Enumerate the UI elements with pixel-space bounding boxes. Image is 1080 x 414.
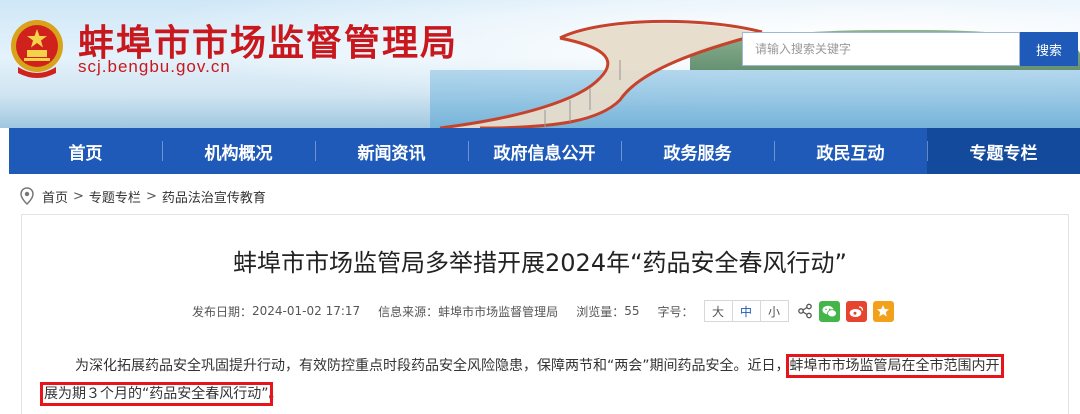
share-icon[interactable] <box>797 303 813 319</box>
wechat-icon <box>822 305 837 317</box>
header-banner: 蚌埠市市场监督管理局 scj.bengbu.gov.cn 搜索 <box>0 0 1080 128</box>
nav-item-news[interactable]: 新闻资讯 <box>315 128 468 174</box>
article-title: 蚌埠市市场监管局多举措开展2024年“药品安全春风行动” <box>233 249 847 277</box>
fontsize-medium-button[interactable]: 中 <box>731 301 760 321</box>
main-nav: 首页 机构概况 新闻资讯 政府信息公开 政务服务 政民互动 专题专栏 <box>9 128 1080 174</box>
article-meta: 发布日期： 2024-01-02 17:17 信息来源： 蚌埠市市场监督管理局 … <box>192 299 894 323</box>
article-body: 为深化拓展药品安全巩固提升行动，有效防控重点时段药品安全风险隐患，保障两节和“两… <box>40 352 1054 408</box>
fontsize-large-button[interactable]: 大 <box>705 301 732 321</box>
location-pin-icon <box>20 187 34 205</box>
highlighted-text: 展为期３个月的“药品安全春风行动” <box>40 382 273 406</box>
article-line-1: 为深化拓展药品安全巩固提升行动，有效防控重点时段药品安全风险隐患，保障两节和“两… <box>44 352 1054 380</box>
star-icon <box>877 305 889 317</box>
wechat-share-button[interactable] <box>818 300 840 322</box>
nav-item-services[interactable]: 政务服务 <box>621 128 774 174</box>
breadcrumb-separator: > <box>73 188 84 204</box>
search-button[interactable]: 搜索 <box>1020 32 1078 66</box>
favorite-button[interactable] <box>872 300 894 322</box>
publish-date: 2024-01-02 17:17 <box>252 304 361 318</box>
nav-item-gov-info[interactable]: 政府信息公开 <box>468 128 621 174</box>
source-label: 信息来源： <box>378 304 439 319</box>
source-value: 蚌埠市市场监督管理局 <box>438 304 559 319</box>
breadcrumb-home[interactable]: 首页 <box>42 187 68 206</box>
fontsize-label: 字号： <box>657 304 694 319</box>
fontsize-switcher: 大 中 小 <box>703 300 789 322</box>
nav-item-topics[interactable]: 专题专栏 <box>927 128 1080 174</box>
search-input[interactable] <box>743 33 1019 65</box>
search-box <box>742 32 1020 66</box>
breadcrumb-current[interactable]: 药品法治宣传教育 <box>162 187 266 206</box>
nav-item-about[interactable]: 机构概况 <box>162 128 315 174</box>
views-count: 55 <box>624 304 640 318</box>
article-text: 。 <box>268 386 283 402</box>
breadcrumb-topics[interactable]: 专题专栏 <box>89 187 141 206</box>
article-text: 为深化拓展药品安全巩固提升行动，有效防控重点时段药品安全风险隐患，保障两节和“两… <box>75 358 790 374</box>
national-emblem-icon <box>11 20 63 78</box>
nav-item-home[interactable]: 首页 <box>9 128 162 174</box>
article-line-2: 展为期３个月的“药品安全春风行动”。 <box>40 380 1054 408</box>
breadcrumb-separator: > <box>145 188 157 204</box>
weibo-icon <box>849 305 863 317</box>
views-label: 浏览量： <box>576 304 625 319</box>
date-label: 发布日期： <box>192 304 253 319</box>
breadcrumb: 首页 > 专题专栏 > 药品法治宣传教育 <box>20 185 266 207</box>
fontsize-small-button[interactable]: 小 <box>759 301 788 321</box>
weibo-share-button[interactable] <box>845 300 867 322</box>
site-domain: scj.bengbu.gov.cn <box>78 57 231 76</box>
highlighted-text: 蚌埠市市场监管局在全市范围内开 <box>785 354 1004 378</box>
nav-item-interaction[interactable]: 政民互动 <box>774 128 927 174</box>
